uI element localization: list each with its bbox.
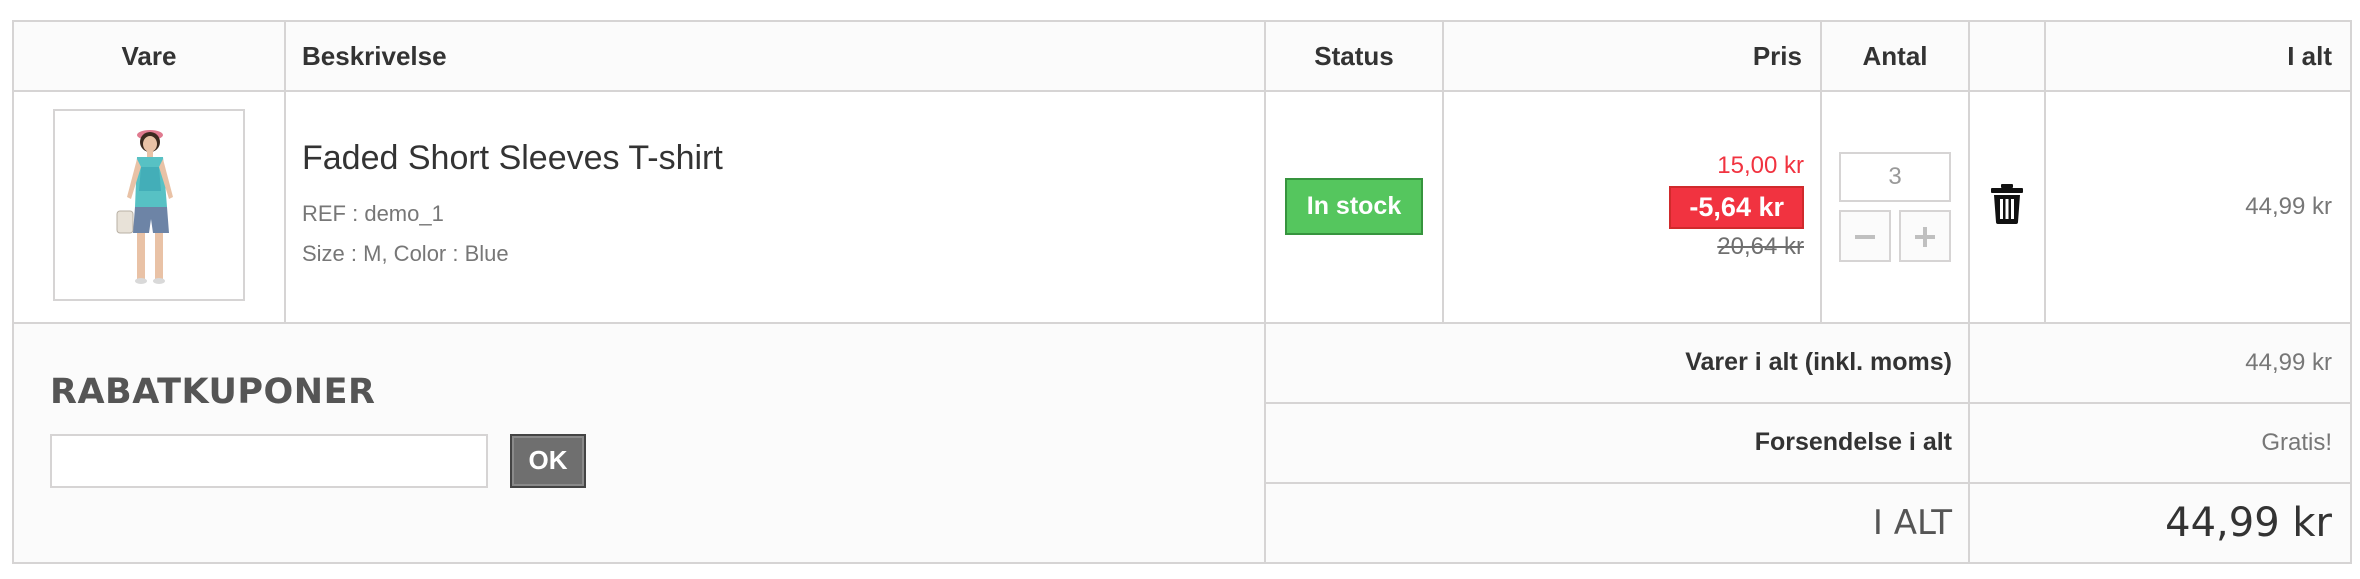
- summary-shipping-value: Gratis!: [1968, 401, 2352, 484]
- quantity-input[interactable]: 3: [1839, 151, 1951, 202]
- quantity-decrease-button[interactable]: [1839, 209, 1891, 262]
- voucher-submit-button[interactable]: OK: [510, 433, 586, 488]
- summary-products-value: 44,99 kr: [1968, 321, 2352, 404]
- summary-total-label: I ALT: [1264, 481, 1970, 565]
- voucher-title: RABATKUPONER: [50, 371, 376, 412]
- discount-badge: -5,64 kr: [1669, 186, 1804, 230]
- cart-item-row: Faded Short Sleeves T-shirt REF : demo_1…: [12, 90, 2352, 324]
- cart-table: Vare Beskrivelse Status Pris Antal I alt: [12, 20, 2352, 565]
- product-image-cell: [12, 90, 286, 324]
- delete-item-button[interactable]: [1990, 184, 2024, 228]
- product-total: 44,99 kr: [2044, 90, 2352, 324]
- in-stock-badge: In stock: [1284, 178, 1424, 236]
- summary-shipping-label: Forsendelse i alt: [1264, 401, 1970, 484]
- product-name-link[interactable]: Faded Short Sleeves T-shirt: [302, 139, 1264, 178]
- column-header-description: Beskrivelse: [284, 20, 1266, 92]
- column-header-total: I alt: [2044, 20, 2352, 92]
- quantity-increase-button[interactable]: [1899, 209, 1951, 262]
- summary-total-value: 44,99 kr: [1968, 481, 2352, 565]
- product-photo-woman-tshirt-icon: [116, 130, 173, 285]
- minus-icon: [1855, 235, 1875, 240]
- column-header-price: Pris: [1442, 20, 1822, 92]
- product-reference: REF : demo_1: [302, 201, 444, 227]
- product-status-cell: In stock: [1264, 90, 1444, 324]
- summary-products-row: RABATKUPONER OK Varer i alt (inkl. moms)…: [12, 321, 2352, 565]
- price-reduced: 15,00 kr: [1717, 152, 1804, 180]
- cart-header-row: Vare Beskrivelse Status Pris Antal I alt: [12, 20, 2352, 92]
- product-attributes-link[interactable]: Size : M, Color : Blue: [302, 234, 1264, 274]
- column-header-delete: [1968, 20, 2046, 92]
- price-original: 20,64 kr: [1717, 233, 1804, 261]
- product-description-cell: Faded Short Sleeves T-shirt REF : demo_1…: [284, 90, 1266, 324]
- product-delete-cell: [1968, 90, 2046, 324]
- product-quantity-cell: 3: [1820, 90, 1970, 324]
- column-header-status: Status: [1264, 20, 1444, 92]
- trash-icon: [1991, 184, 2023, 225]
- plus-icon: [1915, 227, 1935, 248]
- product-image-link[interactable]: [53, 109, 245, 302]
- summary-products-label: Varer i alt (inkl. moms): [1264, 321, 1970, 404]
- column-header-quantity: Antal: [1820, 20, 1970, 92]
- product-price-cell: 15,00 kr -5,64 kr 20,64 kr: [1442, 90, 1822, 324]
- column-header-product: Vare: [12, 20, 286, 92]
- voucher-section: RABATKUPONER OK: [12, 321, 1266, 565]
- voucher-code-input[interactable]: [50, 433, 488, 488]
